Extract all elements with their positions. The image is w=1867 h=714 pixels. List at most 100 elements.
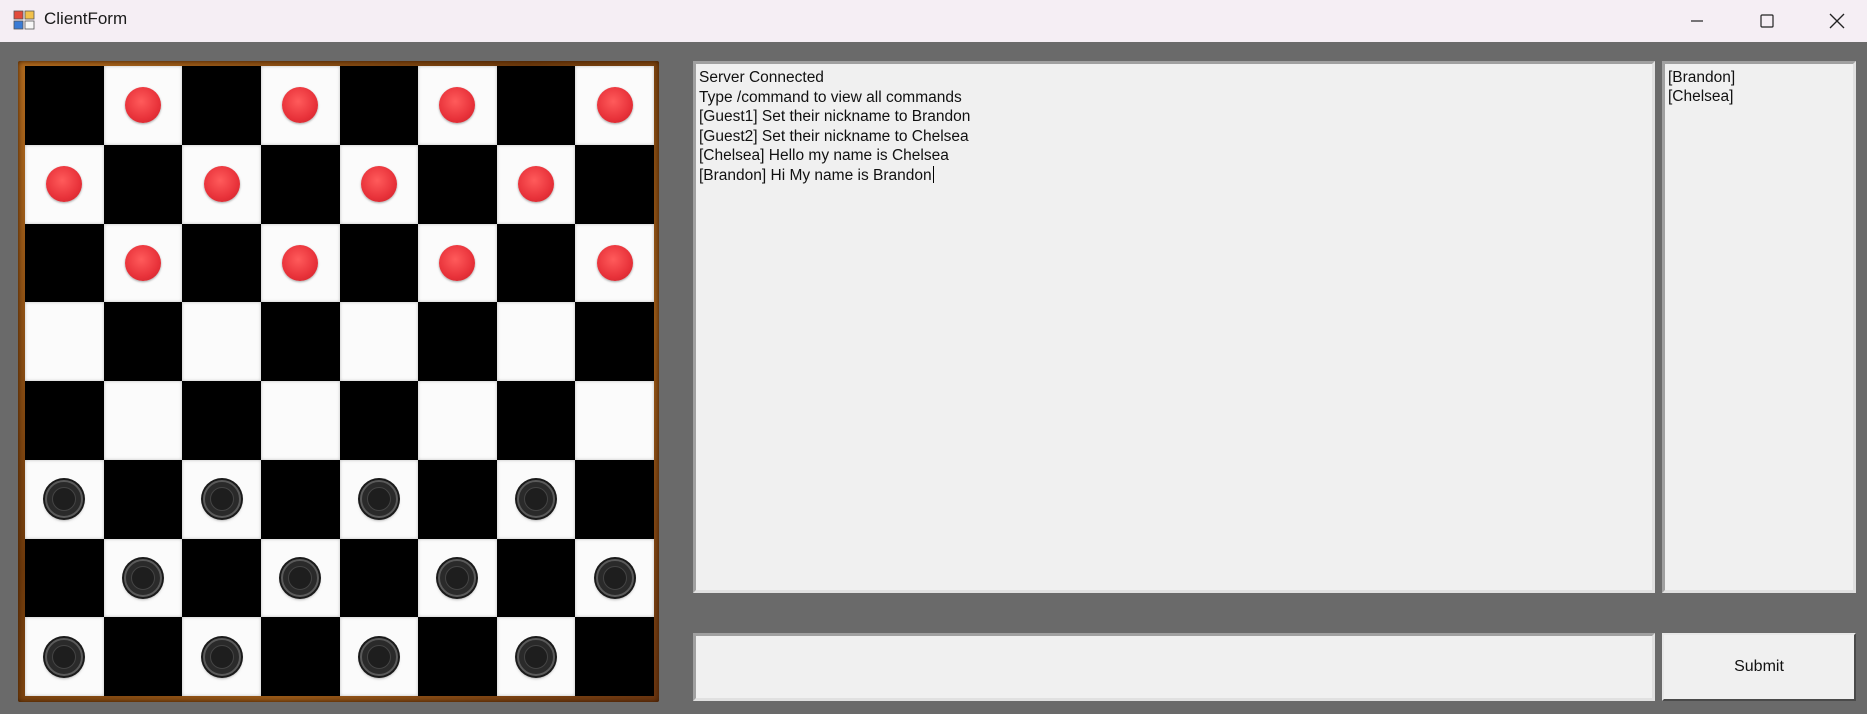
board-square-r0-c2[interactable] <box>182 66 261 145</box>
board-square-r7-c4[interactable] <box>339 617 419 696</box>
black-checker-piece[interactable] <box>202 637 241 676</box>
black-checker-piece[interactable] <box>438 558 477 597</box>
board-square-r7-c2[interactable] <box>182 617 261 696</box>
board-square-r7-c0[interactable] <box>25 617 104 696</box>
red-checker-piece[interactable] <box>439 87 476 124</box>
red-checker-piece[interactable] <box>282 244 319 281</box>
board-square-r4-c2[interactable] <box>182 381 261 460</box>
board-square-r6-c3[interactable] <box>260 538 340 618</box>
board-square-r5-c3[interactable] <box>260 459 340 539</box>
red-checker-piece[interactable] <box>124 244 161 281</box>
board-square-r4-c5[interactable] <box>418 381 497 460</box>
black-checker-piece[interactable] <box>359 480 398 519</box>
board-square-r4-c3[interactable] <box>260 381 340 460</box>
board-square-r3-c4[interactable] <box>339 302 419 381</box>
checkers-board[interactable] <box>25 66 654 696</box>
board-square-r5-c0[interactable] <box>25 459 104 539</box>
black-checker-piece[interactable] <box>359 637 398 676</box>
user-list-item[interactable]: [Brandon] <box>1668 68 1850 87</box>
board-square-r0-c1[interactable] <box>103 66 183 145</box>
board-square-r7-c3[interactable] <box>260 617 340 696</box>
board-square-r3-c0[interactable] <box>25 302 104 381</box>
board-square-r6-c7[interactable] <box>575 538 654 618</box>
board-square-r0-c5[interactable] <box>418 66 497 145</box>
board-square-r6-c1[interactable] <box>103 538 183 618</box>
board-square-r2-c1[interactable] <box>103 223 183 303</box>
board-square-r0-c4[interactable] <box>339 66 419 145</box>
board-square-r6-c6[interactable] <box>496 538 576 618</box>
board-square-r2-c4[interactable] <box>339 223 419 303</box>
red-checker-piece[interactable] <box>282 87 319 124</box>
board-square-r1-c4[interactable] <box>339 144 419 224</box>
board-square-r5-c4[interactable] <box>339 459 419 539</box>
board-square-r7-c1[interactable] <box>103 617 183 696</box>
black-checker-piece[interactable] <box>595 558 634 597</box>
board-square-r4-c6[interactable] <box>496 381 576 460</box>
close-button[interactable] <box>1802 0 1867 42</box>
user-list-item[interactable]: [Chelsea] <box>1668 87 1850 106</box>
board-square-r3-c1[interactable] <box>103 302 183 381</box>
board-square-r4-c0[interactable] <box>25 381 104 460</box>
board-square-r3-c3[interactable] <box>260 302 340 381</box>
black-checker-piece[interactable] <box>45 480 84 519</box>
board-square-r0-c6[interactable] <box>496 66 576 145</box>
board-square-r1-c7[interactable] <box>575 144 654 224</box>
board-square-r2-c5[interactable] <box>418 223 497 303</box>
red-checker-piece[interactable] <box>46 166 83 203</box>
board-square-r5-c5[interactable] <box>418 459 497 539</box>
message-input[interactable] <box>693 633 1655 701</box>
board-square-r6-c4[interactable] <box>339 538 419 618</box>
board-square-r5-c6[interactable] <box>496 459 576 539</box>
board-square-r2-c0[interactable] <box>25 223 104 303</box>
close-icon <box>1829 13 1845 29</box>
board-square-r4-c4[interactable] <box>339 381 419 460</box>
board-square-r4-c7[interactable] <box>575 381 654 460</box>
red-checker-piece[interactable] <box>203 166 240 203</box>
black-checker-piece[interactable] <box>123 558 162 597</box>
board-square-r3-c2[interactable] <box>182 302 261 381</box>
black-checker-piece[interactable] <box>517 637 556 676</box>
board-square-r1-c0[interactable] <box>25 144 104 224</box>
board-square-r6-c2[interactable] <box>182 538 261 618</box>
board-square-r1-c5[interactable] <box>418 144 497 224</box>
red-checker-piece[interactable] <box>596 87 633 124</box>
board-square-r0-c0[interactable] <box>25 66 104 145</box>
maximize-button[interactable] <box>1732 0 1802 42</box>
title-bar: ClientForm <box>0 0 1867 42</box>
board-square-r0-c3[interactable] <box>260 66 340 145</box>
black-checker-piece[interactable] <box>45 637 84 676</box>
red-checker-piece[interactable] <box>124 87 161 124</box>
submit-button[interactable]: Submit <box>1662 633 1856 701</box>
board-square-r3-c6[interactable] <box>496 302 576 381</box>
red-checker-piece[interactable] <box>518 166 555 203</box>
board-square-r5-c2[interactable] <box>182 459 261 539</box>
red-checker-piece[interactable] <box>439 244 476 281</box>
black-checker-piece[interactable] <box>281 558 320 597</box>
board-square-r4-c1[interactable] <box>103 381 183 460</box>
black-checker-piece[interactable] <box>517 480 556 519</box>
board-square-r2-c2[interactable] <box>182 223 261 303</box>
board-square-r1-c6[interactable] <box>496 144 576 224</box>
board-square-r7-c6[interactable] <box>496 617 576 696</box>
board-square-r6-c5[interactable] <box>418 538 497 618</box>
black-checker-piece[interactable] <box>202 480 241 519</box>
board-square-r3-c5[interactable] <box>418 302 497 381</box>
red-checker-piece[interactable] <box>596 244 633 281</box>
board-square-r3-c7[interactable] <box>575 302 654 381</box>
board-square-r7-c7[interactable] <box>575 617 654 696</box>
board-square-r1-c1[interactable] <box>103 144 183 224</box>
board-square-r5-c1[interactable] <box>103 459 183 539</box>
red-checker-piece[interactable] <box>360 166 397 203</box>
board-square-r1-c3[interactable] <box>260 144 340 224</box>
board-square-r6-c0[interactable] <box>25 538 104 618</box>
board-square-r7-c5[interactable] <box>418 617 497 696</box>
board-square-r0-c7[interactable] <box>575 66 654 145</box>
board-square-r1-c2[interactable] <box>182 144 261 224</box>
user-list[interactable]: [Brandon] [Chelsea] <box>1662 61 1856 593</box>
minimize-button[interactable] <box>1662 0 1732 42</box>
board-square-r2-c3[interactable] <box>260 223 340 303</box>
board-square-r2-c7[interactable] <box>575 223 654 303</box>
chat-log[interactable]: Server Connected Type /command to view al… <box>693 61 1655 593</box>
board-square-r2-c6[interactable] <box>496 223 576 303</box>
board-square-r5-c7[interactable] <box>575 459 654 539</box>
